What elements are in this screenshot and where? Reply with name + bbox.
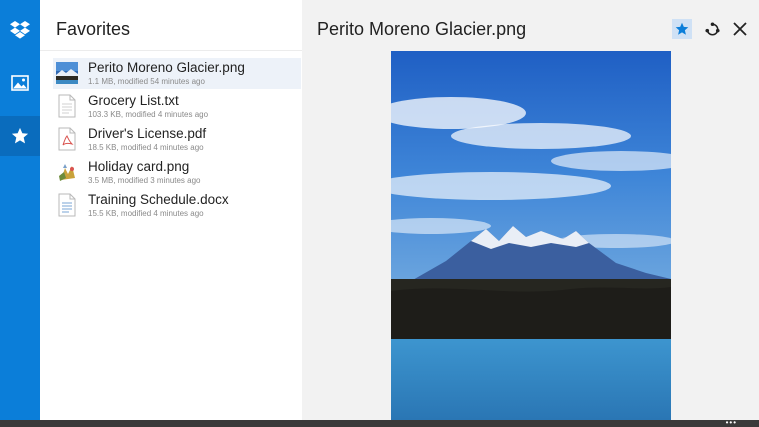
close-button[interactable] bbox=[730, 19, 750, 39]
file-name: Holiday card.png bbox=[88, 159, 190, 174]
image-thumbnail bbox=[56, 62, 78, 84]
image-thumbnail bbox=[59, 164, 75, 181]
dropbox-icon bbox=[10, 21, 30, 39]
file-name: Grocery List.txt bbox=[88, 93, 179, 108]
picture-icon bbox=[11, 75, 29, 91]
preview-title: Perito Moreno Glacier.png bbox=[317, 19, 527, 39]
file-row-drivers-license[interactable]: Driver's License.pdf 18.5 KB, modified 4… bbox=[53, 124, 301, 155]
file-row-grocery-list[interactable]: Grocery List.txt 103.3 KB, modified 4 mi… bbox=[53, 91, 301, 122]
photos-nav-button[interactable] bbox=[0, 63, 40, 103]
star-icon bbox=[675, 22, 689, 35]
app-bar: ••• bbox=[0, 419, 759, 427]
list-title: Favorites bbox=[56, 19, 131, 39]
file-row-training-schedule[interactable]: Training Schedule.docx 15.5 KB, modified… bbox=[53, 190, 301, 221]
file-meta: 3.5 MB, modified 3 minutes ago bbox=[88, 176, 201, 185]
preview-pane: Perito Moreno Glacier.png bbox=[302, 0, 759, 420]
close-icon bbox=[733, 22, 747, 36]
divider bbox=[40, 50, 302, 51]
file-name: Training Schedule.docx bbox=[88, 192, 229, 207]
dropbox-nav-button[interactable] bbox=[0, 10, 40, 50]
file-row-holiday-card[interactable]: Holiday card.png 3.5 MB, modified 3 minu… bbox=[53, 157, 301, 188]
file-name: Driver's License.pdf bbox=[88, 126, 207, 141]
star-icon bbox=[11, 127, 29, 144]
share-icon bbox=[704, 21, 720, 35]
favorite-button[interactable] bbox=[672, 19, 692, 39]
favorites-nav-button[interactable] bbox=[0, 116, 40, 156]
file-list-pane: Favorites Perito Moreno Glacier.png 1.1 … bbox=[40, 0, 303, 420]
file-meta: 18.5 KB, modified 4 minutes ago bbox=[88, 143, 204, 152]
share-button[interactable] bbox=[702, 19, 722, 39]
nav-rail bbox=[0, 0, 40, 420]
file-meta: 103.3 KB, modified 4 minutes ago bbox=[88, 110, 209, 119]
text-file-icon bbox=[58, 94, 76, 118]
image-preview bbox=[391, 51, 671, 420]
doc-file-icon bbox=[58, 193, 76, 217]
file-meta: 15.5 KB, modified 4 minutes ago bbox=[88, 209, 204, 218]
file-meta: 1.1 MB, modified 54 minutes ago bbox=[88, 77, 205, 86]
more-options-button[interactable]: ••• bbox=[726, 419, 737, 427]
file-name: Perito Moreno Glacier.png bbox=[88, 60, 245, 75]
file-row-perito-moreno[interactable]: Perito Moreno Glacier.png 1.1 MB, modifi… bbox=[53, 58, 301, 89]
pdf-file-icon bbox=[58, 127, 76, 151]
